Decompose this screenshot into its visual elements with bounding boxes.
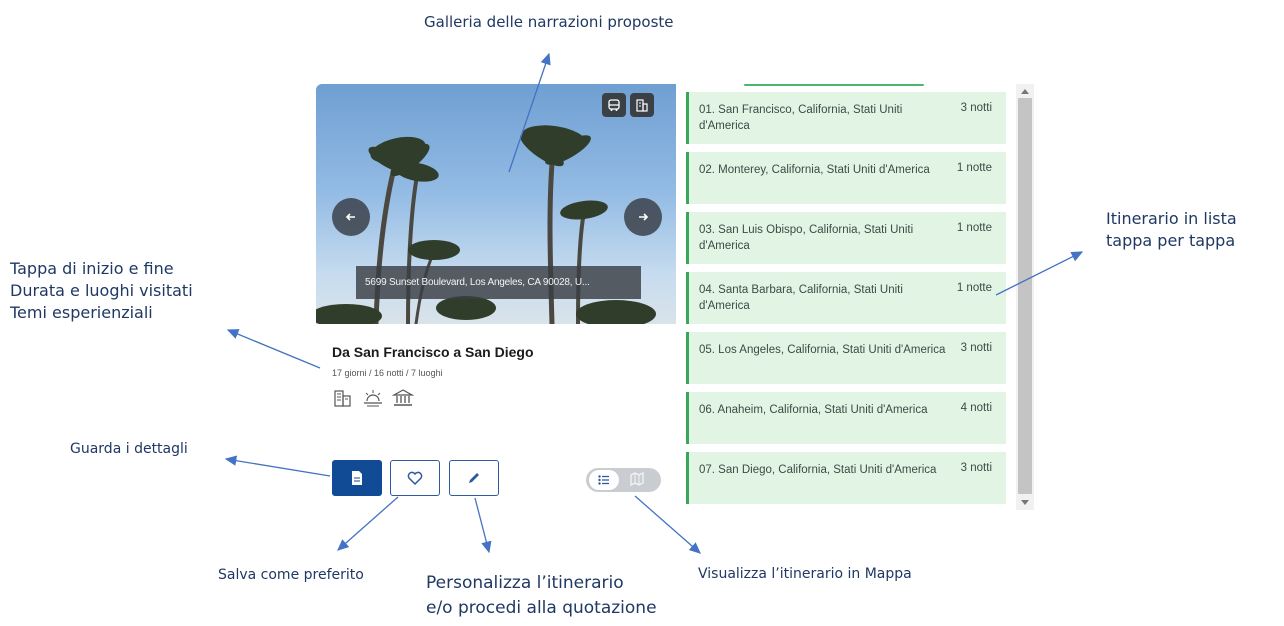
stage-name: 06. Anaheim, California, Stati Uniti d'A…: [699, 404, 928, 416]
annotation-gallery: Galleria delle narrazioni proposte: [424, 13, 674, 31]
itinerary-card: 5699 Sunset Boulevard, Los Angeles, CA 9…: [316, 84, 676, 510]
itinerary-list: 01. San Francisco, California, Stati Uni…: [684, 84, 1008, 510]
previous-photo-button[interactable]: [332, 198, 370, 236]
annotation-line: tappa per tappa: [1106, 231, 1236, 251]
list-top-edge: [744, 84, 924, 86]
annotation-line: Durata e luoghi visitati: [10, 281, 193, 301]
stage-name: 05. Los Angeles, California, Stati Uniti…: [699, 344, 946, 356]
arrow-tappa: [226, 329, 321, 369]
itinerary-stage[interactable]: 04. Santa Barbara, California, Stati Uni…: [686, 272, 1006, 324]
list-icon: [598, 475, 609, 485]
itinerary-stage[interactable]: 02. Monterey, California, Stati Uniti d'…: [686, 152, 1006, 204]
gallery-photo: 5699 Sunset Boulevard, Los Angeles, CA 9…: [316, 84, 676, 324]
annotation-line: Temi esperienziali: [10, 303, 153, 323]
customize-button[interactable]: [449, 460, 499, 496]
stage-nights: 3 notti: [960, 342, 992, 354]
itinerary-stage[interactable]: 06. Anaheim, California, Stati Uniti d'A…: [686, 392, 1006, 444]
scroll-thumb[interactable]: [1018, 98, 1032, 494]
bus-icon[interactable]: [602, 93, 626, 117]
annotation-line: e/o procedi alla quotazione: [426, 597, 657, 618]
document-icon: [352, 471, 362, 485]
stage-name: 02. Monterey, California, Stati Uniti d'…: [699, 164, 930, 176]
annotation-map: Visualizza l’itinerario in Mappa: [698, 566, 912, 582]
scroll-down-icon[interactable]: [1021, 500, 1029, 505]
view-toggle[interactable]: [586, 468, 661, 492]
arrow-left-icon: [345, 213, 355, 221]
stage-nights: 1 notte: [956, 282, 992, 294]
annotation-line: Personalizza l’itinerario: [426, 573, 624, 593]
itinerary-stage[interactable]: 03. San Luis Obispo, California, Stati U…: [686, 212, 1006, 264]
stage-nights: 1 notte: [956, 222, 992, 234]
details-button[interactable]: [332, 460, 382, 496]
itinerary-stage[interactable]: 07. San Diego, California, Stati Uniti d…: [686, 452, 1006, 504]
beach-icon: [362, 388, 384, 408]
stage-nights: 1 notte: [956, 162, 992, 174]
annotation-line: Tappa di inizio e fine: [10, 259, 174, 278]
map-view-option[interactable]: [630, 471, 644, 491]
photo-caption: 5699 Sunset Boulevard, Los Angeles, CA 9…: [356, 266, 641, 299]
annotation-line: Itinerario in lista: [1106, 209, 1237, 228]
theme-icons: [332, 388, 415, 408]
stage-name: 07. San Diego, California, Stati Uniti d…: [699, 464, 937, 476]
stage-nights: 4 notti: [960, 402, 992, 414]
stage-name: 04. Santa Barbara, California, Stati Uni…: [699, 284, 903, 313]
next-photo-button[interactable]: [624, 198, 662, 236]
itinerary-meta: 17 giorni / 16 notti / 7 luoghi: [332, 368, 443, 378]
annotation-itinerary: Itinerario in lista tappa per tappa: [1106, 208, 1237, 252]
map-icon: [630, 471, 644, 487]
heart-icon: [407, 471, 423, 485]
list-view-option[interactable]: [589, 470, 619, 490]
stage-nights: 3 notti: [960, 462, 992, 474]
building-icon[interactable]: [630, 93, 654, 117]
arrow-details: [224, 455, 331, 477]
itinerary-stage[interactable]: 05. Los Angeles, California, Stati Uniti…: [686, 332, 1006, 384]
city-icon: [332, 388, 354, 408]
list-scrollbar[interactable]: [1016, 84, 1034, 510]
museum-icon: [391, 388, 415, 408]
arrow-right-icon: [639, 213, 649, 221]
itinerary-title: Da San Francisco a San Diego: [332, 344, 534, 360]
stage-name: 03. San Luis Obispo, California, Stati U…: [699, 224, 914, 253]
arrow-itinerary: [995, 251, 1084, 296]
stage-nights: 3 notti: [960, 102, 992, 114]
annotation-tappa: Tappa di inizio e fine Durata e luoghi v…: [10, 258, 193, 324]
annotation-customize: Personalizza l’itinerario e/o procedi al…: [426, 571, 657, 620]
annotation-favorite: Salva come preferito: [218, 567, 364, 583]
itinerary-stage[interactable]: 01. San Francisco, California, Stati Uni…: [686, 92, 1006, 144]
favorite-button[interactable]: [390, 460, 440, 496]
stage-name: 01. San Francisco, California, Stati Uni…: [699, 104, 903, 133]
scroll-up-icon[interactable]: [1021, 89, 1029, 94]
annotation-details: Guarda i dettagli: [70, 441, 188, 457]
pencil-icon: [469, 473, 479, 483]
